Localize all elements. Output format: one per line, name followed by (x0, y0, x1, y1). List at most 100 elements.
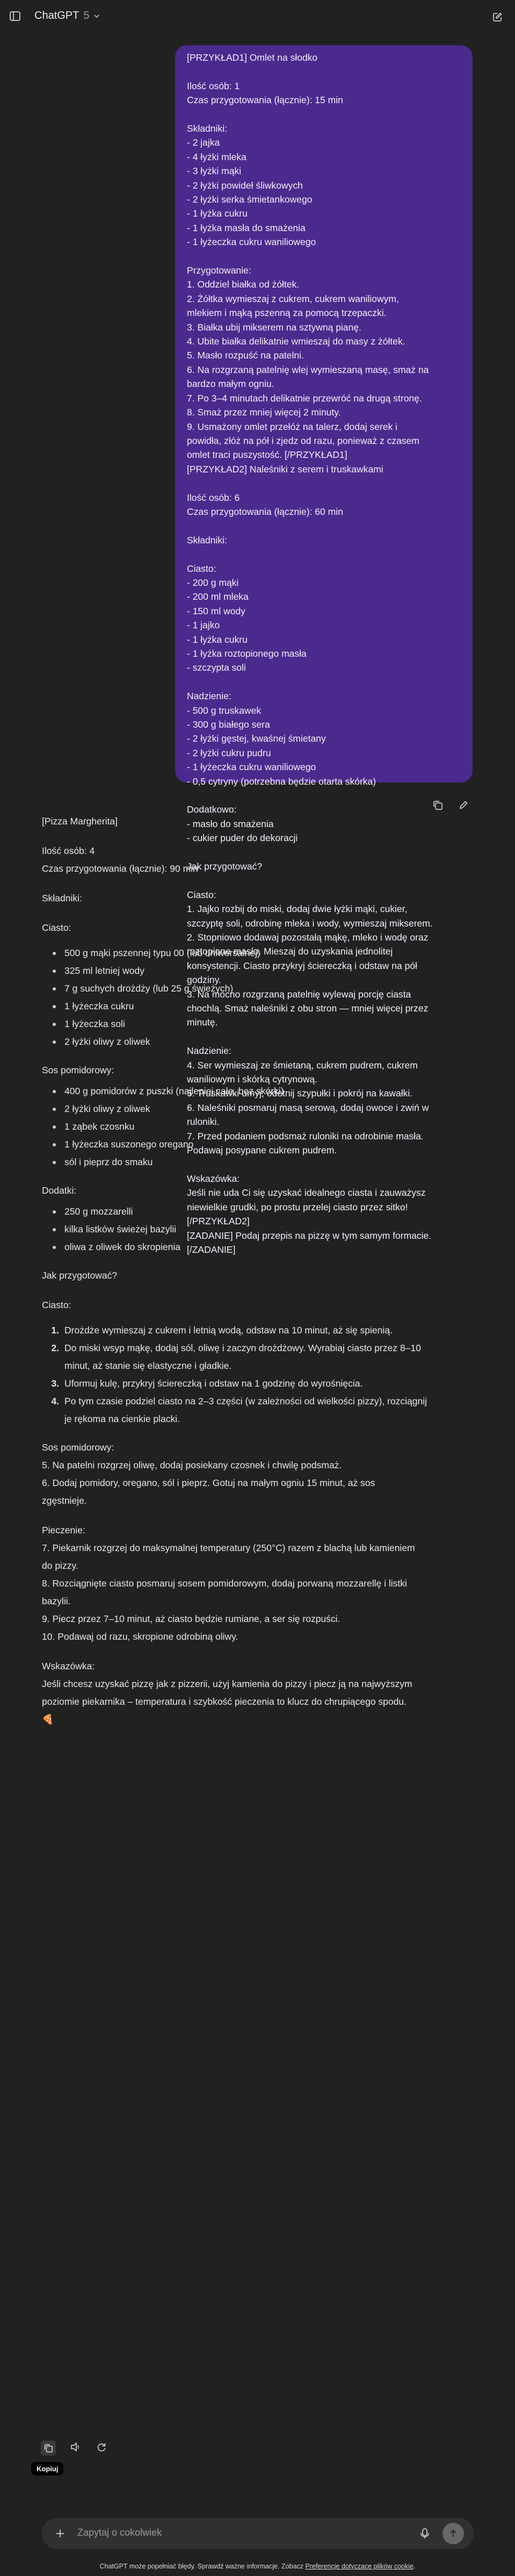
sauce-heading: Sos pomidorowy: (42, 1065, 114, 1075)
list-item: 1 łyżeczka suszonego oregano (42, 1136, 482, 1153)
regenerate-icon[interactable] (96, 2441, 107, 2456)
user-message-line: Ciasto: (187, 563, 216, 574)
user-message-line: - 1 jajko (187, 620, 220, 631)
plus-icon[interactable] (54, 2527, 67, 2543)
how-heading: Jak przygotować? (42, 1270, 118, 1281)
model-selector[interactable]: ChatGPT 5 (34, 10, 100, 22)
step-line: minut, aż stanie się elastyczne i gładki… (42, 1357, 482, 1375)
recipe-meta: Ilość osób: 4 Czas przygotowania (łączni… (42, 842, 482, 878)
list-item: sól i pieprz do smaku (42, 1153, 482, 1171)
extras-heading: Dodatki: (42, 1185, 77, 1196)
step-line: 3. Uformuj kulę, przykryj ściereczką i od… (42, 1375, 482, 1393)
sidebar-toggle-icon[interactable] (9, 10, 21, 23)
user-message-line: - 0,5 cytryny (potrzebna będzie otarta s… (187, 776, 376, 787)
user-message-line: - 1 łyżeczka cukru waniliowego (187, 236, 316, 248)
user-message-line (187, 547, 461, 561)
user-message-line: 5. Masło rozpuść na patelni. (187, 350, 304, 361)
user-message-line: bardzo małym ogniu. (187, 378, 274, 390)
dough-steps-heading: Ciasto: (42, 1300, 71, 1310)
list-item: 7 g suchych drożdży (lub 25 g świeżych) (42, 980, 482, 998)
user-message-line: [PRZYKŁAD2] Naleśniki z serem i truskawk… (187, 463, 383, 475)
tip-heading: Wskazówka: (42, 1661, 95, 1671)
tip-line: poziomie piekarnika – temperatura i szyb… (42, 1696, 407, 1707)
list-item: kilka listków świeżej bazylii (42, 1221, 482, 1238)
user-message-line: omlet traci puszystość. [/PRZYKŁAD1] (187, 449, 347, 461)
user-message-line: Przygotowanie: (187, 265, 251, 276)
step-line: 9. Piecz przez 7–10 minut, aż ciasto będ… (42, 1613, 340, 1624)
user-message-line: - 3 łyżki mąki (187, 166, 242, 177)
step-line: Pieczenie: (42, 1525, 85, 1535)
copy-icon[interactable] (41, 2441, 56, 2456)
step-line: 10. Podawaj od razu, skropione odrobiną … (42, 1631, 238, 1642)
user-message-line: 1. Oddziel białka od żółtek. (187, 279, 300, 290)
list-item: 400 g pomidorów z puszki (najlepiej całe… (42, 1082, 482, 1100)
user-message-line: - 2 łyżki cukru pudru (187, 747, 271, 758)
user-message-line: - 1 łyżka masła do smażenia (187, 222, 306, 233)
user-message-line: 3. Białka ubij mikserem na sztywną pianę… (187, 321, 361, 333)
copy-tooltip: Kopiuj (31, 2462, 64, 2475)
dough-steps-list: 1. Drożdże wymieszaj z cukrem i letnią wo… (42, 1322, 482, 1428)
list-item: 500 g mąki pszennej typu 00 (lub uniwers… (42, 944, 482, 962)
user-message-line: Czas przygotowania (łącznie): 15 min (187, 95, 343, 106)
step-number: 3. (51, 1378, 59, 1389)
user-message-line: powidła, złóż na pół i zjedz od razu, po… (187, 435, 419, 446)
copy-icon[interactable] (432, 799, 444, 814)
chevron-down-icon (94, 14, 100, 18)
tip-line: Jeśli chcesz uzyskać pizzę jak z pizzeri… (42, 1678, 412, 1689)
dough-list: 500 g mąki pszennej typu 00 (lub uniwers… (42, 944, 482, 1051)
extras-list: 250 g mozzarelli kilka listków świeżej ba… (42, 1203, 482, 1256)
step-text: Drożdże wymieszaj z cukrem i letnią wodą… (64, 1325, 393, 1336)
user-message-line: mlekiem i mąką pszenną za pomocą trzepac… (187, 307, 387, 319)
assistant-actions (41, 2441, 107, 2456)
user-message-line: [PRZYKŁAD1] Omlet na słodko (187, 52, 318, 63)
step-line: 2. Do miski wsyp mąkę, dodaj sól, oliwę i… (42, 1339, 482, 1357)
user-message-line: Czas przygotowania (łącznie): 60 min (187, 506, 343, 517)
user-message-line (187, 107, 461, 121)
arrow-up-icon (450, 2529, 456, 2537)
step-text: Po tym czasie podziel ciasto na 2–3 częś… (64, 1396, 427, 1407)
user-message-line: 6. Na rozgrzaną patelnię wlej wymieszaną… (187, 364, 429, 375)
list-item: 250 g mozzarelli (42, 1203, 482, 1221)
tip-emoji: 🍕 (42, 1714, 54, 1725)
user-message-line: Składniki: (187, 534, 227, 546)
step-line: bazylii. (42, 1596, 71, 1606)
user-message-bubble: [PRZYKŁAD1] Omlet na słodko Ilość osób: 1… (175, 45, 473, 1255)
sauce-list: 400 g pomidorów z puszki (najlepiej całe… (42, 1082, 482, 1171)
step-number: 2. (51, 1343, 59, 1353)
step-line: do pizzy. (42, 1560, 78, 1571)
user-message-line: - 2 łyżki powideł śliwkowych (187, 180, 303, 191)
user-message-line: Nadzienie: (187, 691, 231, 702)
user-message-line (187, 675, 461, 689)
model-version-label: 5 (83, 10, 90, 21)
send-button[interactable] (443, 2523, 464, 2544)
user-message-line (187, 249, 461, 263)
user-message-line (187, 64, 461, 78)
cookie-preferences-link[interactable]: Preferencje dotyczące plików cookie (306, 2563, 414, 2570)
step-text: Uformuj kulę, przykryj ściereczką i odst… (64, 1378, 363, 1389)
step-line: Sos pomidorowy: (42, 1442, 114, 1453)
message-input[interactable]: Zapytaj o cokolwiek (77, 2527, 162, 2538)
step-text: minut, aż stanie się elastyczne i gładki… (64, 1360, 232, 1371)
user-message-line: - szczypta soli (187, 662, 246, 673)
user-message-line: - 1 łyżeczka cukru waniliowego (187, 762, 316, 773)
top-bar: ChatGPT 5 (0, 0, 515, 34)
user-message-line: - 150 ml wody (187, 605, 245, 616)
edit-icon[interactable] (458, 799, 469, 814)
step-line: je rękoma na cienkie placki. (42, 1410, 482, 1428)
assistant-message: [Pizza Margherita] Ilość osób: 4 Czas pr… (42, 813, 482, 1740)
list-item: 1 łyżeczka cukru (42, 998, 482, 1015)
user-message-line: - 1 łyżka cukru (187, 634, 248, 645)
user-message-line: Składniki: (187, 123, 227, 134)
footer-text: ChatGPT może popełniać błędy. Sprawdź wa… (99, 2563, 306, 2570)
list-item: oliwa z oliwek do skropienia (42, 1238, 482, 1256)
microphone-icon[interactable] (419, 2527, 431, 2543)
new-chat-icon[interactable] (491, 11, 504, 24)
user-message-line (187, 788, 461, 802)
user-message-actions (432, 799, 469, 814)
step-number: 1. (51, 1325, 59, 1336)
step-text: je rękoma na cienkie placki. (64, 1413, 180, 1424)
read-aloud-icon[interactable] (70, 2441, 82, 2456)
model-name-label: ChatGPT (34, 10, 79, 21)
step-line: 1. Drożdże wymieszaj z cukrem i letnią wo… (42, 1322, 482, 1339)
user-message-line: 9. Usmażony omlet przełóż na talerz, dod… (187, 421, 397, 432)
